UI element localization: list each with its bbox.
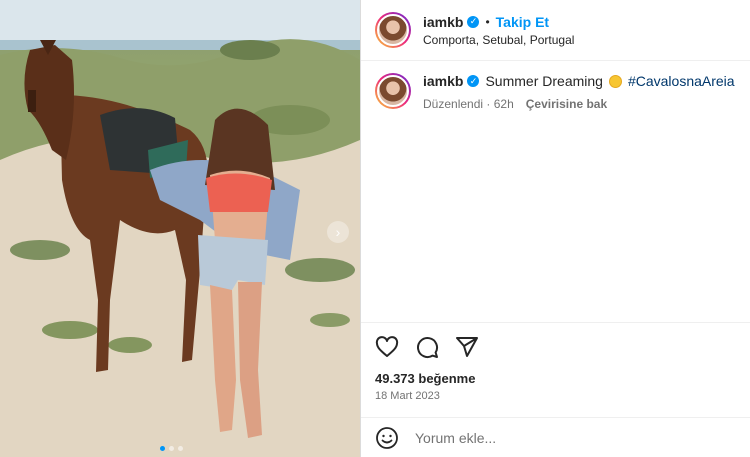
author-username[interactable]: iamkb <box>423 14 463 30</box>
carousel-dot <box>160 446 165 451</box>
verified-badge-icon: ✓ <box>467 15 480 28</box>
post-caption: iamkb ✓ Summer Dreaming #CavalosnaAreia … <box>361 61 750 111</box>
caption-username[interactable]: iamkb <box>423 73 463 89</box>
follow-button[interactable]: Takip Et <box>496 14 549 30</box>
chevron-right-icon: › <box>335 224 341 240</box>
translate-button[interactable]: Çevirisine bak <box>526 97 607 111</box>
comment-icon[interactable] <box>415 335 439 359</box>
post-actions: 49.373 beğenme 18 Mart 2023 <box>361 322 750 402</box>
instagram-post: › iamkb ✓ • Takip Et Comporta, Setubal, … <box>0 0 750 457</box>
post-photo[interactable]: › <box>0 0 360 457</box>
post-location[interactable]: Comporta, Setubal, Portugal <box>423 33 574 47</box>
verified-badge-icon: ✓ <box>467 75 480 87</box>
post-sidebar: iamkb ✓ • Takip Et Comporta, Setubal, Po… <box>360 0 750 457</box>
sun-emoji-icon <box>608 74 622 88</box>
comment-bar <box>361 417 750 457</box>
carousel-dot <box>178 446 183 451</box>
edited-label: Düzenlendi · 62h <box>423 97 514 111</box>
heart-icon[interactable] <box>375 335 399 359</box>
post-age: 62h <box>493 97 514 111</box>
likes-count[interactable]: 49.373 beğenme <box>361 365 750 386</box>
separator-dot: • <box>485 14 490 29</box>
post-header: iamkb ✓ • Takip Et Comporta, Setubal, Po… <box>361 0 750 61</box>
comment-input[interactable] <box>413 428 717 447</box>
share-icon[interactable] <box>455 335 479 359</box>
emoji-icon[interactable] <box>375 426 399 450</box>
caption-text: Summer Dreaming <box>485 73 603 89</box>
carousel-indicator <box>160 446 183 451</box>
caption-avatar[interactable] <box>375 73 411 109</box>
author-avatar[interactable] <box>375 12 411 48</box>
caption-hashtag[interactable]: #CavalosnaAreia <box>628 73 735 89</box>
photo-illustration <box>0 0 360 457</box>
carousel-dot <box>169 446 174 451</box>
post-date[interactable]: 18 Mart 2023 <box>361 386 750 402</box>
carousel-next-button[interactable]: › <box>327 221 349 243</box>
